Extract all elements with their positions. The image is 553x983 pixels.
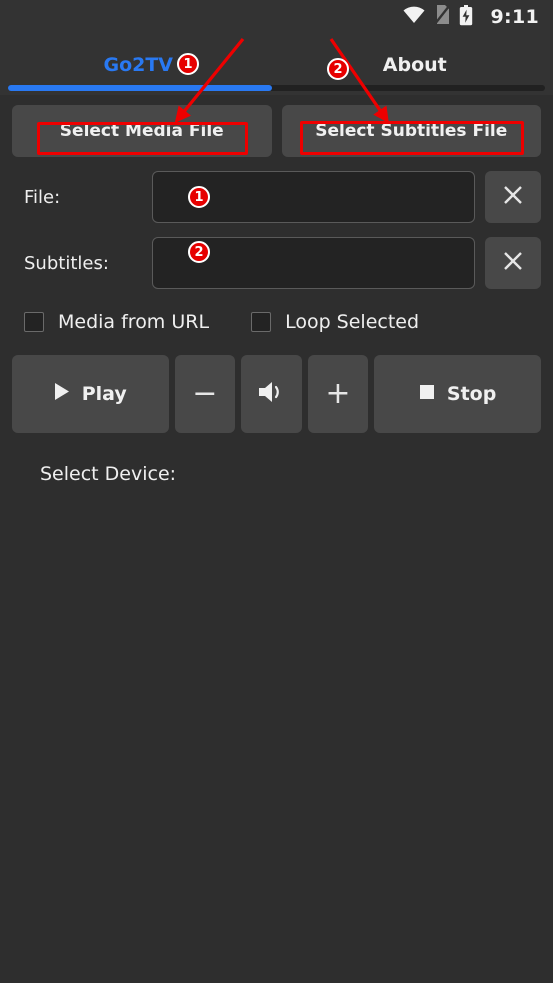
- checkbox-loop-selected[interactable]: Loop Selected: [251, 311, 419, 333]
- playback-controls-row: Play − + Stop: [12, 355, 542, 433]
- close-icon: [501, 249, 525, 277]
- tab-active-indicator: [8, 85, 272, 91]
- file-input[interactable]: [152, 171, 475, 223]
- tab-bar: Go2TV About: [0, 34, 553, 95]
- subtitles-clear-button[interactable]: [485, 237, 541, 289]
- play-button[interactable]: Play: [12, 355, 169, 433]
- play-button-label: Play: [81, 383, 127, 405]
- status-bar-icons: 9:11: [403, 4, 539, 30]
- wifi-icon: [403, 6, 425, 28]
- volume-icon: [256, 379, 286, 410]
- stop-icon: [419, 383, 435, 405]
- volume-button[interactable]: [241, 355, 302, 433]
- stop-button-label: Stop: [446, 383, 497, 405]
- subtitles-input[interactable]: [152, 237, 475, 289]
- checkbox-media-from-url[interactable]: Media from URL: [24, 311, 209, 333]
- checkbox-loop-selected-label: Loop Selected: [285, 311, 420, 333]
- file-select-row: Select Media File Select Subtitles File: [12, 105, 541, 157]
- select-device-label: Select Device:: [40, 463, 177, 485]
- volume-down-button[interactable]: −: [174, 355, 236, 433]
- no-sim-icon: [433, 4, 450, 29]
- battery-charging-icon: [459, 4, 473, 30]
- select-subtitles-file-button[interactable]: Select Subtitles File: [281, 105, 541, 157]
- checkbox-media-from-url-label: Media from URL: [58, 311, 210, 333]
- tab-go2tv-label: Go2TV: [103, 53, 174, 76]
- select-subtitles-file-label: Select Subtitles File: [315, 121, 508, 141]
- volume-up-button[interactable]: +: [307, 355, 369, 433]
- select-media-file-button[interactable]: Select Media File: [12, 105, 272, 157]
- file-field-label: File:: [24, 186, 61, 208]
- checkbox-loop-selected-box[interactable]: [251, 312, 272, 332]
- select-media-file-label: Select Media File: [59, 121, 224, 141]
- stop-button[interactable]: Stop: [374, 355, 542, 433]
- plus-icon: +: [325, 376, 351, 411]
- tab-about-label: About: [382, 53, 447, 76]
- subtitles-field-row: Subtitles:: [12, 237, 541, 289]
- options-row: Media from URL Loop Selected: [12, 311, 541, 333]
- minus-icon: −: [192, 376, 218, 411]
- checkbox-media-from-url-box[interactable]: [24, 312, 44, 332]
- status-bar: 9:11: [0, 0, 553, 34]
- file-field-row: File:: [12, 171, 541, 223]
- main-content: Select Media File Select Subtitles File …: [0, 105, 553, 485]
- play-icon: [54, 382, 70, 406]
- file-clear-button[interactable]: [485, 171, 541, 223]
- close-icon: [501, 183, 525, 211]
- status-bar-clock: 9:11: [490, 6, 539, 28]
- subtitles-field-label: Subtitles:: [24, 252, 109, 274]
